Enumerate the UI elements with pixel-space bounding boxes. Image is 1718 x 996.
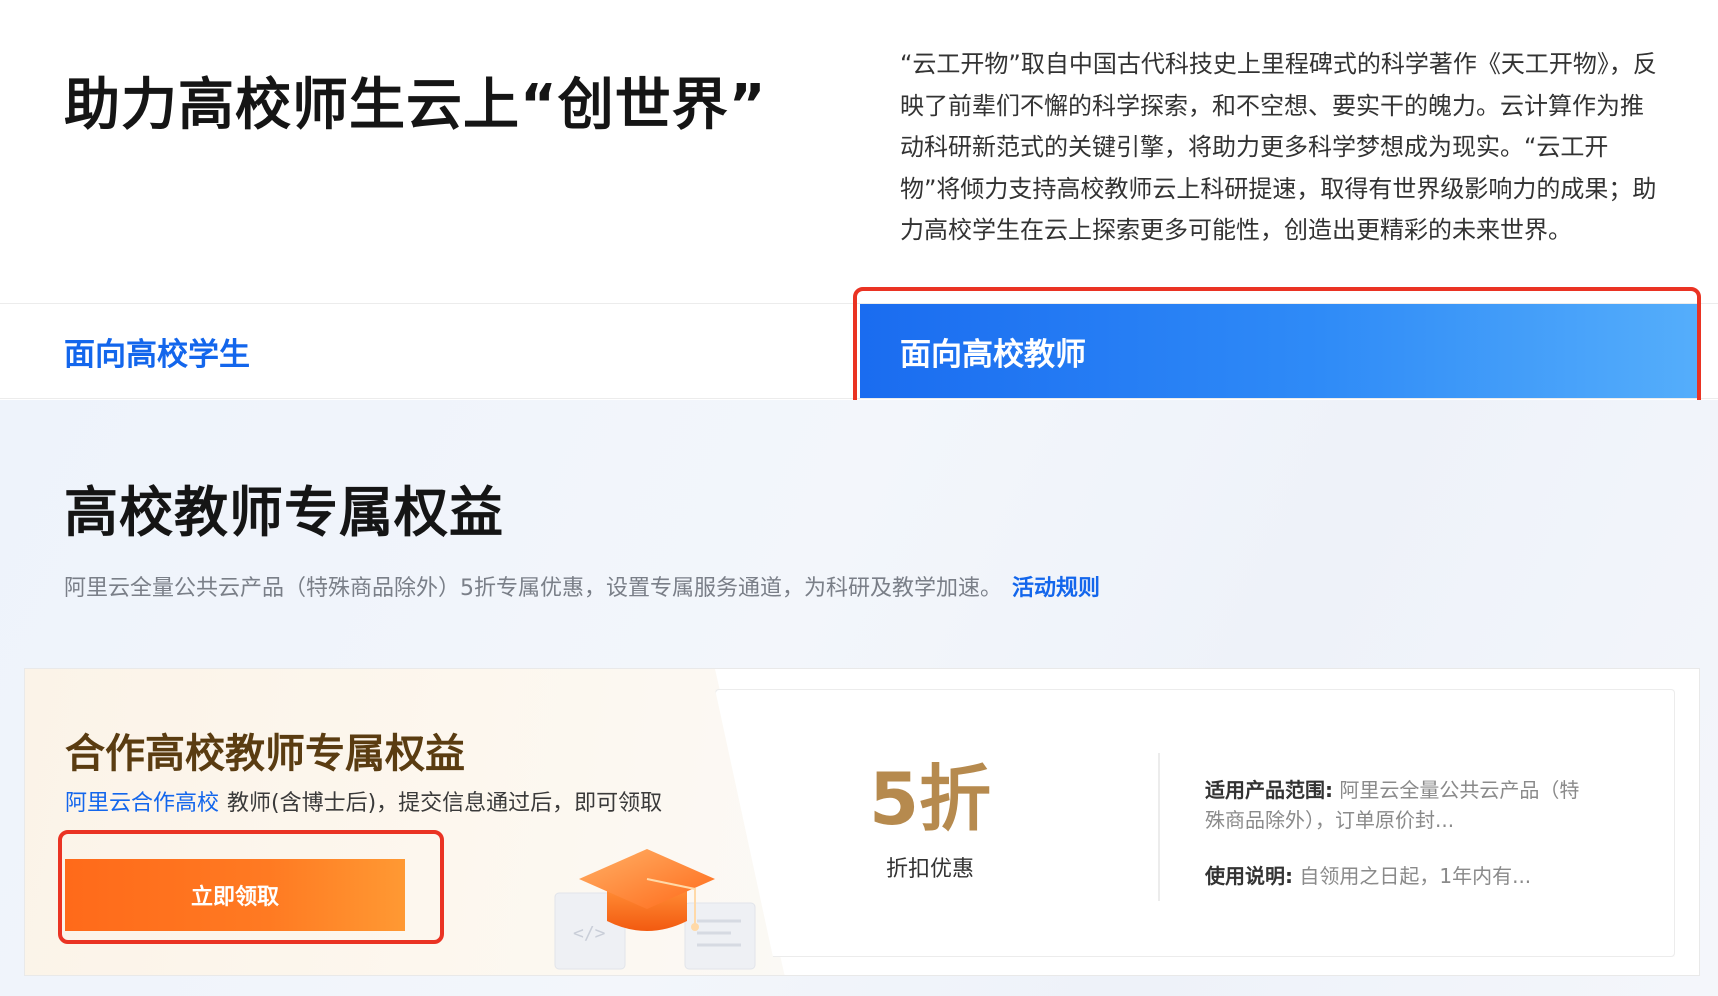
section-subtitle-text: 阿里云全量公共云产品（特殊商品除外）5折专属优惠，设置专属服务通道，为科研及教学… [64, 576, 1003, 601]
card-title: 合作高校教师专属权益 [65, 731, 465, 777]
partner-university-link[interactable]: 阿里云合作高校 [65, 791, 219, 816]
teacher-benefits-section: 高校教师专属权益 阿里云全量公共云产品（特殊商品除外）5折专属优惠，设置专属服务… [0, 400, 1718, 996]
scope-label: 适用产品范围: [1205, 778, 1333, 802]
activity-rules-link[interactable]: 活动规则 [1012, 576, 1100, 601]
discount-value: 5折 [868, 757, 992, 841]
usage-text: 自领用之日起，1年内有... [1299, 864, 1532, 888]
hero-description: “云工开物”取自中国古代科技史上里程碑式的科学著作《天工开物》，反映了前辈们不懈… [900, 50, 1657, 244]
divider [1158, 753, 1160, 901]
card-description-text: 教师(含博士后)，提交信息通过后，即可领取 [227, 791, 663, 816]
tab-students[interactable]: 面向高校学生 [0, 304, 860, 398]
claim-now-button[interactable]: 立即领取 [65, 859, 405, 931]
hero-title: 助力高校师生云上“创世界” [64, 73, 767, 138]
hero-section: 助力高校师生云上“创世界” “云工开物”取自中国古代科技史上里程碑式的科学著作《… [0, 0, 1718, 303]
svg-text:</>: </> [573, 923, 606, 944]
discount-block: 5折 折扣优惠 [855, 759, 1005, 883]
section-subtitle: 阿里云全量公共云产品（特殊商品除外）5折专属优惠，设置专属服务通道，为科研及教学… [64, 570, 1100, 602]
card-description: 阿里云合作高校 教师(含博士后)，提交信息通过后，即可领取 [65, 785, 662, 817]
usage-detail: 使用说明: 自领用之日起，1年内有... [1205, 861, 1585, 891]
product-scope-detail: 适用产品范围: 阿里云全量公共云产品（特殊商品除外），订单原价封... [1205, 775, 1585, 835]
benefit-card: 合作高校教师专属权益 阿里云合作高校 教师(含博士后)，提交信息通过后，即可领取 … [24, 668, 1700, 976]
usage-label: 使用说明: [1205, 864, 1293, 888]
graduation-cap-icon: </> [554, 849, 756, 970]
discount-label: 折扣优惠 [885, 857, 974, 882]
section-title: 高校教师专属权益 [64, 481, 504, 544]
audience-tab-bar: 面向高校学生 面向高校教师 [0, 303, 1718, 399]
tab-teachers[interactable]: 面向高校教师 [860, 304, 1700, 398]
